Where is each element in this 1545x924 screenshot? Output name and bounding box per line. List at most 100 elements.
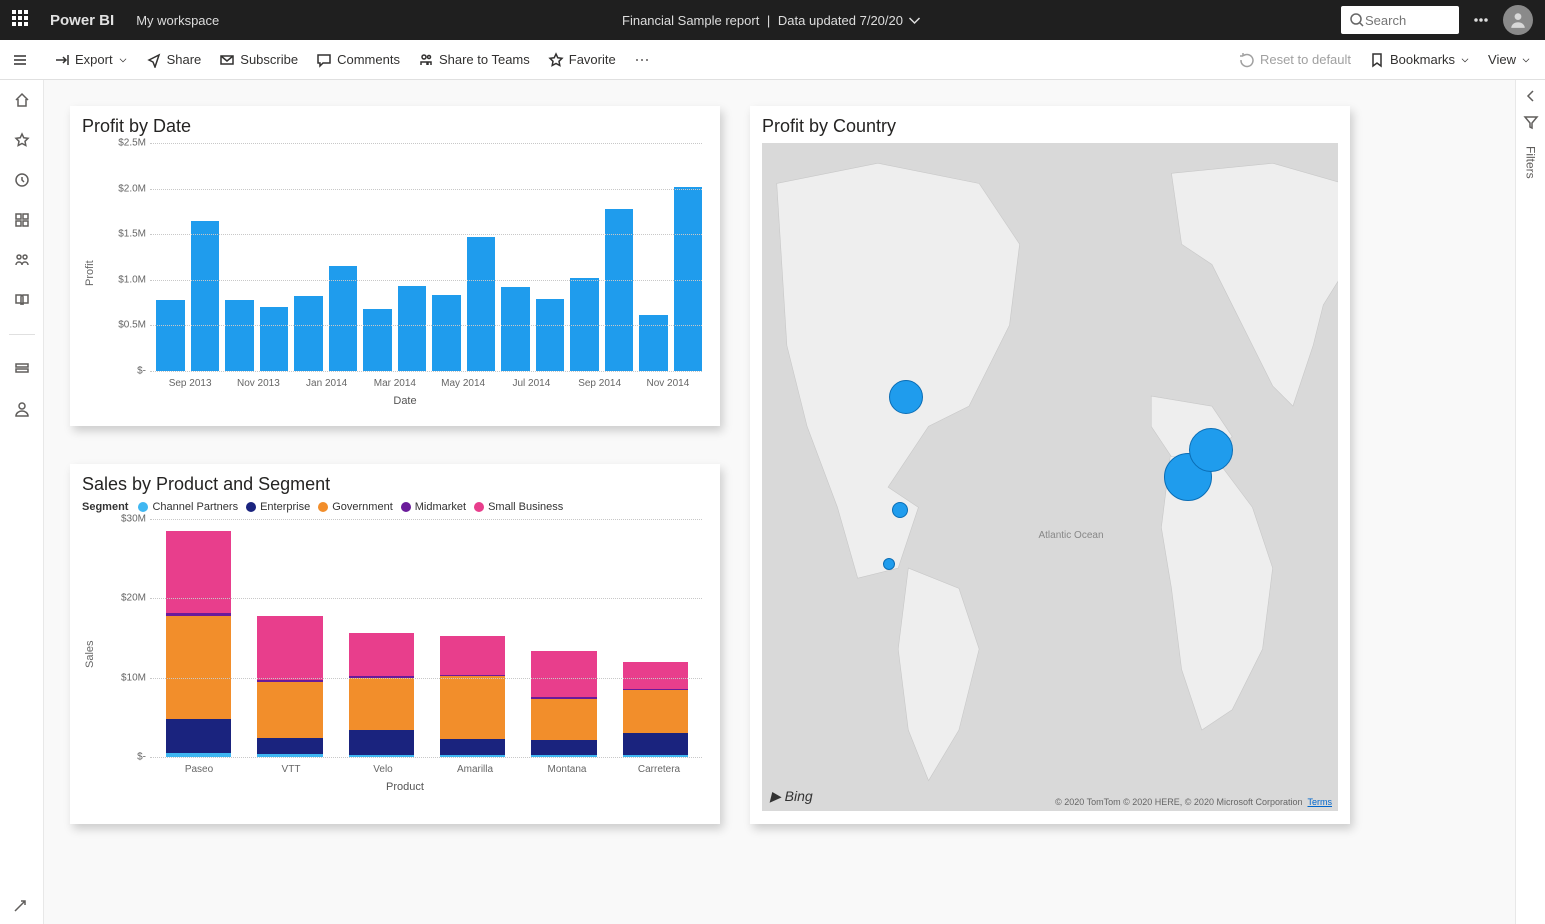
map-bubble-canada[interactable] xyxy=(889,380,923,414)
bookmarks-button[interactable]: Bookmarks xyxy=(1369,52,1470,68)
legend-label: Government xyxy=(332,501,393,513)
bar-segment[interactable] xyxy=(623,733,688,755)
chevron-left-icon[interactable] xyxy=(1523,88,1539,104)
chevron-down-icon xyxy=(1460,55,1470,65)
apps-icon[interactable] xyxy=(12,210,32,230)
legend-item[interactable]: Government xyxy=(318,501,393,513)
reset-default-button[interactable]: Reset to default xyxy=(1239,52,1351,68)
export-button[interactable]: Export xyxy=(54,52,128,68)
map-bubble-mexico[interactable] xyxy=(883,558,895,570)
search-input[interactable] xyxy=(1365,13,1445,28)
recent-icon[interactable] xyxy=(12,170,32,190)
bar[interactable] xyxy=(536,299,565,371)
bar[interactable] xyxy=(639,315,668,371)
visual-profit-by-country[interactable]: Profit by Country Atlantic Ocean ▶ Bing … xyxy=(750,106,1350,824)
stacked-bar[interactable] xyxy=(440,636,505,757)
bar-segment[interactable] xyxy=(440,676,505,739)
more-options-button[interactable] xyxy=(634,52,650,68)
share-button[interactable]: Share xyxy=(146,52,202,68)
bar[interactable] xyxy=(329,266,358,371)
bar-segment[interactable] xyxy=(531,699,596,740)
bar-segment[interactable] xyxy=(257,616,322,680)
bar[interactable] xyxy=(363,309,392,371)
visual-sales-by-product-segment[interactable]: Sales by Product and Segment Segment Cha… xyxy=(70,464,720,824)
legend-item[interactable]: Channel Partners xyxy=(138,501,238,513)
chart-title: Profit by Date xyxy=(82,116,708,137)
bar[interactable] xyxy=(398,286,427,371)
bar[interactable] xyxy=(294,296,323,371)
terms-link[interactable]: Terms xyxy=(1308,797,1333,807)
comments-button[interactable]: Comments xyxy=(316,52,400,68)
stacked-bar[interactable] xyxy=(623,662,688,757)
favorite-button[interactable]: Favorite xyxy=(548,52,616,68)
legend-swatch xyxy=(474,502,484,512)
bar-segment[interactable] xyxy=(166,531,231,613)
shared-icon[interactable] xyxy=(12,250,32,270)
legend-item[interactable]: Small Business xyxy=(474,501,563,513)
app-name: Power BI xyxy=(50,12,114,29)
workspaces-icon[interactable] xyxy=(12,359,32,379)
bar[interactable] xyxy=(605,209,634,371)
filter-icon[interactable] xyxy=(1523,114,1539,130)
favorites-icon[interactable] xyxy=(12,130,32,150)
report-title-dropdown[interactable]: Financial Sample report | Data updated 7… xyxy=(622,12,923,28)
app-launcher-icon[interactable] xyxy=(12,10,32,30)
bar[interactable] xyxy=(260,307,289,371)
bar[interactable] xyxy=(501,287,530,371)
bar-segment[interactable] xyxy=(166,616,231,719)
stacked-bar[interactable] xyxy=(531,651,596,757)
stacked-bar[interactable] xyxy=(166,531,231,757)
bar-segment[interactable] xyxy=(257,738,322,754)
reset-icon xyxy=(1239,52,1255,68)
bar[interactable] xyxy=(156,300,185,371)
world-map-shape xyxy=(762,143,1338,811)
legend-label: Small Business xyxy=(488,501,563,513)
map-area[interactable]: Atlantic Ocean ▶ Bing © 2020 TomTom © 20… xyxy=(762,143,1338,811)
legend-swatch xyxy=(401,502,411,512)
legend-item[interactable]: Enterprise xyxy=(246,501,310,513)
bar-segment[interactable] xyxy=(531,651,596,697)
y-tick: $- xyxy=(102,752,146,763)
bar[interactable] xyxy=(432,295,461,371)
map-bubble-germany[interactable] xyxy=(1189,428,1233,472)
my-workspace-icon[interactable] xyxy=(12,399,32,419)
ocean-label: Atlantic Ocean xyxy=(1038,530,1103,541)
bar-segment[interactable] xyxy=(349,730,414,754)
nav-toggle-icon[interactable] xyxy=(12,52,28,68)
bar[interactable] xyxy=(467,237,496,371)
bar-segment[interactable] xyxy=(349,678,414,730)
bar-segment[interactable] xyxy=(623,690,688,732)
learn-icon[interactable] xyxy=(12,290,32,310)
more-icon[interactable] xyxy=(1473,12,1489,28)
avatar[interactable] xyxy=(1503,5,1533,35)
y-tick: $2.5M xyxy=(102,138,146,149)
bar-segment[interactable] xyxy=(166,719,231,753)
workspace-link[interactable]: My workspace xyxy=(136,13,219,28)
filters-tab[interactable]: Filters xyxy=(1524,146,1538,179)
bar[interactable] xyxy=(225,300,254,371)
feedback-icon[interactable] xyxy=(12,898,28,914)
bar-segment[interactable] xyxy=(531,740,596,755)
y-tick: $10M xyxy=(102,672,146,683)
stacked-bar[interactable] xyxy=(349,633,414,757)
bar-segment[interactable] xyxy=(257,682,322,738)
export-icon xyxy=(54,52,70,68)
bar-segment[interactable] xyxy=(440,739,505,755)
legend-item[interactable]: Midmarket xyxy=(401,501,466,513)
bar-segment[interactable] xyxy=(349,633,414,677)
bar-segment[interactable] xyxy=(440,636,505,675)
subscribe-button[interactable]: Subscribe xyxy=(219,52,298,68)
search-box[interactable] xyxy=(1341,6,1459,34)
map-bubble-usa[interactable] xyxy=(892,502,908,518)
visual-profit-by-date[interactable]: Profit by Date Profit Sep 2013Nov 2013Ja… xyxy=(70,106,720,426)
share-teams-button[interactable]: Share to Teams xyxy=(418,52,530,68)
x-tick: May 2014 xyxy=(429,378,497,389)
right-rail: Filters xyxy=(1515,80,1545,924)
teams-icon xyxy=(418,52,434,68)
bar-segment[interactable] xyxy=(623,662,688,689)
bar[interactable] xyxy=(191,221,220,371)
view-button[interactable]: View xyxy=(1488,52,1531,67)
stacked-bar[interactable] xyxy=(257,616,322,757)
home-icon[interactable] xyxy=(12,90,32,110)
legend-title: Segment xyxy=(82,501,128,513)
